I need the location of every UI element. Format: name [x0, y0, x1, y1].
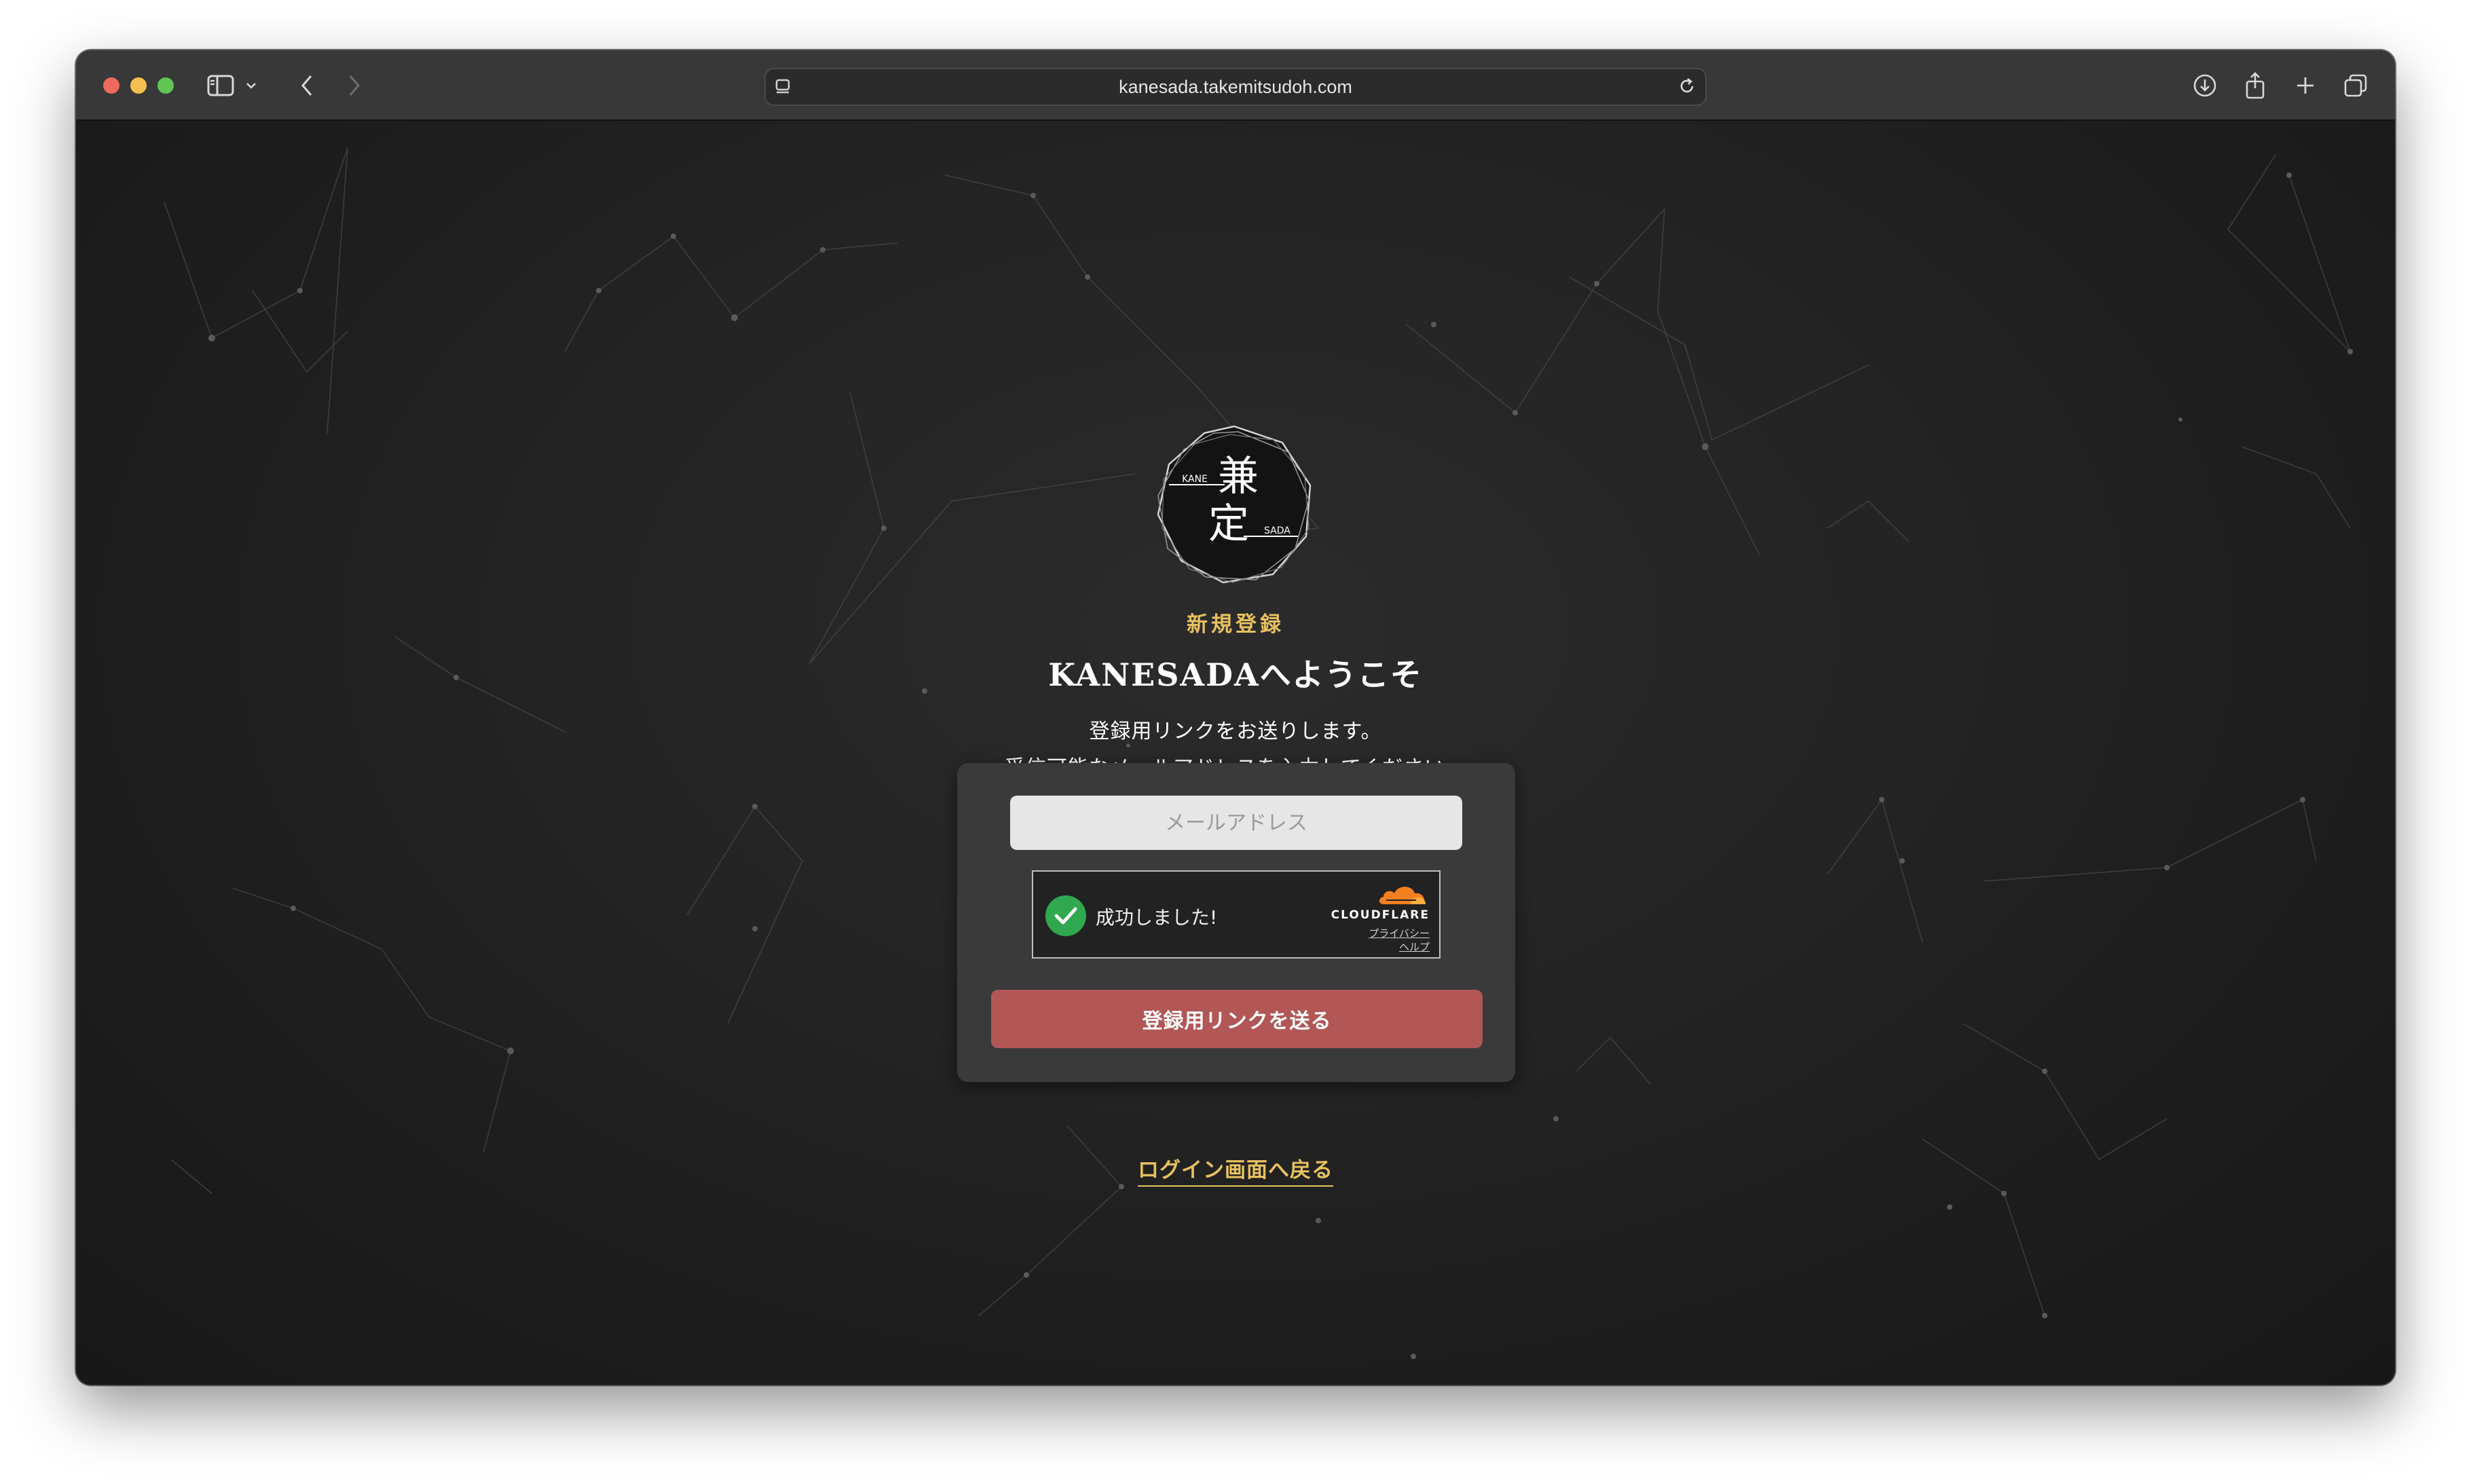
address-bar[interactable]: kanesada.takemitsudoh.com: [764, 68, 1707, 106]
turnstile-status: 成功しました!: [1096, 906, 1218, 929]
logo-kanji-top: 兼: [1218, 453, 1259, 500]
cloudflare-logo-icon: [1379, 887, 1426, 904]
download-icon[interactable]: [2190, 68, 2220, 103]
logo-kanji-bottom: 定: [1208, 500, 1249, 548]
cloudflare-brand: CLOUDFLARE: [1331, 908, 1430, 922]
kanesada-logo: 兼 定 KANE SADA: [1157, 425, 1312, 584]
share-icon[interactable]: [2240, 68, 2270, 103]
chevron-down-icon[interactable]: [243, 68, 259, 103]
back-to-login-link[interactable]: ログイン画面へ戻る: [1138, 1158, 1333, 1187]
browser-window: kanesada.takemitsudoh.com 兼 定 KANE SADA …: [76, 50, 2395, 1385]
sidebar-icon[interactable]: [205, 68, 236, 103]
back-to-login-container: ログイン画面へ戻る: [76, 1153, 2395, 1187]
close-window-button[interactable]: [103, 77, 119, 94]
page-subtitle: 新規登録: [1187, 612, 1284, 637]
logo-label-right: SADA: [1264, 525, 1290, 536]
reload-icon[interactable]: [1677, 76, 1697, 99]
email-input[interactable]: [1010, 796, 1462, 850]
turnstile-privacy-link[interactable]: プライバシー: [1369, 926, 1430, 940]
url-text: kanesada.takemitsudoh.com: [1119, 77, 1352, 97]
tabs-overview-icon[interactable]: [2341, 68, 2371, 103]
plus-icon[interactable]: [2290, 68, 2320, 103]
page-content: 兼 定 KANE SADA 新規登録 KANESADAへようこそ 登録用リンクを…: [76, 121, 2395, 1385]
cloudflare-turnstile-widget[interactable]: 成功しました! CLOUDFLARE プライバシー ヘルプ: [1032, 870, 1441, 959]
chevron-left-icon[interactable]: [293, 68, 320, 103]
logo-label-left: KANE: [1182, 474, 1208, 485]
page-title: KANESADAへようこそ: [1048, 656, 1423, 693]
turnstile-help-link[interactable]: ヘルプ: [1399, 940, 1430, 954]
signup-card: 成功しました! CLOUDFLARE プライバシー ヘルプ 登録用リンクを送る: [957, 763, 1515, 1082]
minimize-window-button[interactable]: [130, 77, 147, 94]
browser-toolbar: kanesada.takemitsudoh.com: [76, 50, 2395, 121]
send-signup-link-button[interactable]: 登録用リンクを送る: [991, 990, 1483, 1048]
chevron-right-icon[interactable]: [341, 68, 368, 103]
zoom-window-button[interactable]: [157, 77, 174, 94]
description-line-1: 登録用リンクをお送りします。: [1089, 720, 1382, 743]
success-check-icon: [1045, 895, 1086, 936]
